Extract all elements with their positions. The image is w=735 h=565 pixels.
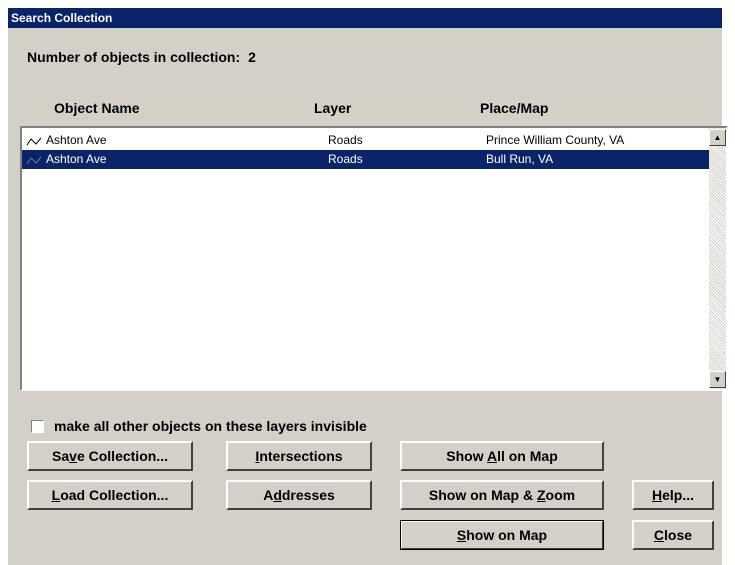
list-item-layer: Roads — [328, 152, 363, 166]
list-item-place: Prince William County, VA — [486, 133, 625, 147]
invisible-layers-checkbox-label[interactable]: make all other objects on these layers i… — [54, 418, 367, 434]
invisible-layers-checkbox[interactable] — [31, 420, 44, 433]
close-button[interactable]: Close — [632, 520, 714, 550]
line-feature-icon — [26, 137, 42, 146]
object-count: Number of objects in collection: 2 — [27, 49, 256, 65]
show-all-on-map-button[interactable]: Show All on Map — [400, 441, 604, 471]
list-item-layer: Roads — [328, 133, 363, 147]
intersections-button[interactable]: Intersections — [226, 441, 372, 471]
list-item[interactable]: Ashton Ave Roads Prince William County, … — [22, 131, 709, 150]
column-header-object-name: Object Name — [54, 100, 140, 116]
results-list[interactable]: Ashton Ave Roads Prince William County, … — [20, 126, 728, 391]
addresses-button[interactable]: Addresses — [226, 480, 372, 510]
show-on-map-zoom-button[interactable]: Show on Map & Zoom — [400, 480, 604, 510]
object-count-value: 2 — [248, 49, 256, 65]
show-on-map-button[interactable]: Show on Map — [400, 520, 604, 550]
column-header-place-map: Place/Map — [480, 100, 549, 116]
search-collection-dialog: Search Collection Number of objects in c… — [8, 8, 728, 565]
scroll-down-icon[interactable]: ▼ — [709, 371, 726, 388]
list-item-place: Bull Run, VA — [486, 152, 554, 166]
object-count-label: Number of objects in collection: — [27, 49, 241, 65]
line-feature-icon — [26, 156, 42, 165]
dialog-title: Search Collection — [8, 8, 722, 28]
save-collection-button[interactable]: Save Collection... — [27, 441, 193, 471]
vertical-scrollbar[interactable]: ▲ ▼ — [709, 128, 726, 389]
column-header-layer: Layer — [314, 100, 352, 116]
help-button[interactable]: Help... — [632, 480, 714, 510]
scroll-up-icon[interactable]: ▲ — [709, 129, 726, 146]
list-item-selected[interactable]: Ashton Ave Roads Bull Run, VA — [22, 150, 709, 169]
load-collection-button[interactable]: Load Collection... — [27, 480, 193, 510]
list-item-name: Ashton Ave — [46, 133, 107, 147]
list-item-name: Ashton Ave — [46, 152, 107, 166]
